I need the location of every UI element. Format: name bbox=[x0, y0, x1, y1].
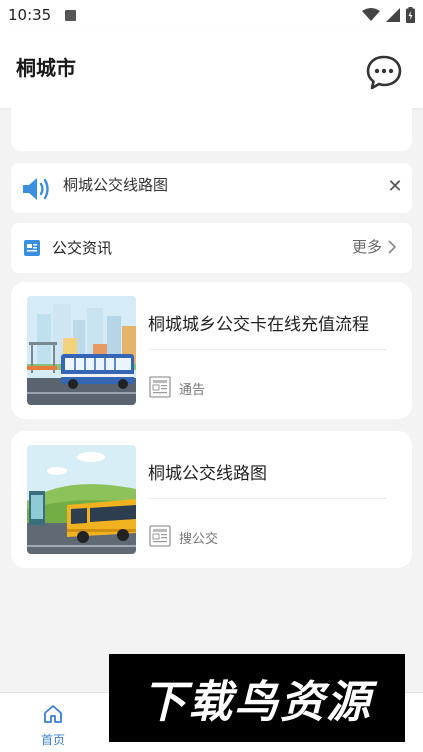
city-title[interactable]: 桐城市 bbox=[16, 52, 76, 81]
news-thumbnail-bus-stop bbox=[27, 445, 136, 554]
news-card[interactable]: 桐城城乡公交卡在线充值流程 通告 bbox=[11, 282, 412, 419]
more-label[interactable]: 更多 bbox=[352, 236, 382, 257]
news-section-title: 公交资讯 bbox=[52, 239, 113, 257]
news-thumbnail-bus-city bbox=[27, 296, 136, 405]
chevron-right-icon bbox=[388, 239, 397, 254]
news-source: 通告 bbox=[179, 383, 206, 398]
signal-icon bbox=[386, 8, 400, 22]
notification-icon bbox=[65, 9, 77, 21]
more-link[interactable]: 更多 bbox=[352, 236, 398, 257]
news-title[interactable]: 桐城公交线路图 bbox=[148, 459, 267, 484]
divider bbox=[148, 349, 386, 350]
app-header: 桐城市 bbox=[0, 30, 423, 108]
status-icons bbox=[362, 7, 415, 23]
newspaper-icon bbox=[149, 376, 171, 398]
tab-home[interactable]: 首页 bbox=[28, 703, 78, 748]
notice-bar[interactable]: 桐城公交线路图 ✕ bbox=[11, 163, 412, 213]
news-section-header: 公交资讯 更多 bbox=[11, 223, 412, 273]
watermark-logo: 下载鸟资源 bbox=[109, 654, 405, 742]
close-icon[interactable]: ✕ bbox=[386, 178, 404, 196]
news-title[interactable]: 桐城城乡公交卡在线充值流程 bbox=[148, 310, 369, 335]
divider bbox=[148, 498, 386, 499]
speaker-icon bbox=[23, 178, 49, 200]
status-time: 10:35 bbox=[8, 6, 52, 24]
tab-home-label[interactable]: 首页 bbox=[28, 731, 78, 748]
document-icon bbox=[24, 240, 40, 256]
notice-text[interactable]: 桐城公交线路图 bbox=[63, 174, 168, 195]
news-card[interactable]: 桐城公交线路图 搜公交 bbox=[11, 431, 412, 568]
home-icon bbox=[44, 705, 62, 723]
battery-icon bbox=[406, 7, 415, 23]
watermark-text: 下载鸟资源 bbox=[142, 677, 372, 728]
newspaper-icon bbox=[149, 525, 171, 547]
status-bar: 10:35 bbox=[0, 0, 423, 30]
shortcut-grid-peek bbox=[11, 108, 412, 151]
wifi-icon bbox=[362, 8, 380, 21]
message-icon[interactable] bbox=[365, 54, 403, 92]
news-source: 搜公交 bbox=[179, 532, 219, 547]
